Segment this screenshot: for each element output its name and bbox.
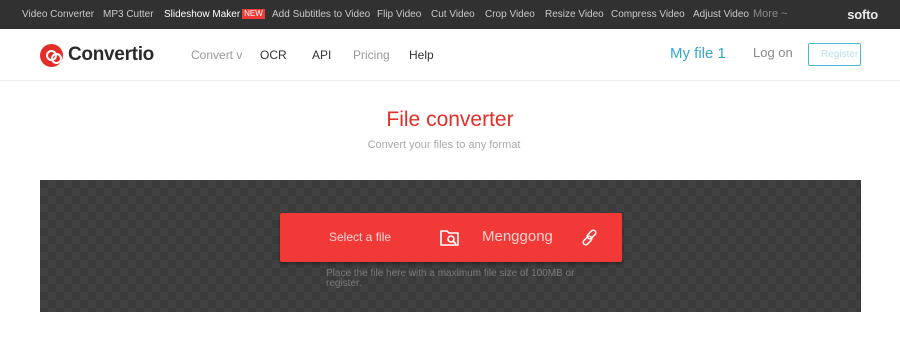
new-badge: NEW xyxy=(242,9,265,19)
page-title: File converter xyxy=(386,108,514,131)
topbar-link-flip-video[interactable]: Flip Video xyxy=(377,0,421,29)
nav-pricing[interactable]: Pricing xyxy=(353,29,390,81)
convertio-logo-icon xyxy=(40,43,63,67)
file-drop-area[interactable]: Select a file Menggong Place the file he… xyxy=(40,180,861,312)
nav-convert-dropdown[interactable]: Convert v xyxy=(191,29,242,81)
topbar-link-slideshow-maker[interactable]: Slideshow Maker NEW xyxy=(164,0,265,29)
topbar-link-cut-video[interactable]: Cut Video xyxy=(431,0,475,29)
main-header: Convertio Convert v OCR API Pricing Help… xyxy=(0,29,900,81)
page-subtitle: Convert your files to any format xyxy=(367,139,521,151)
log-on-link[interactable]: Log on xyxy=(753,29,793,81)
topbar-link-crop-video[interactable]: Crop Video xyxy=(485,0,535,29)
upload-hint: Place the file here with a maximum file … xyxy=(326,268,575,289)
topbar-link-add-subtitles[interactable]: Add Subtitles to Video xyxy=(272,0,370,29)
register-button[interactable]: Register xyxy=(808,43,861,66)
convertio-logo[interactable]: Convertio xyxy=(40,43,154,67)
secondary-source-button[interactable]: Menggong xyxy=(482,213,553,260)
nav-api[interactable]: API xyxy=(312,29,331,81)
softo-brand[interactable]: softo xyxy=(847,0,878,29)
topbar-link-resize-video[interactable]: Resize Video xyxy=(545,0,604,29)
topbar-link-video-converter[interactable]: Video Converter xyxy=(22,0,94,29)
file-select-bar: Select a file Menggong xyxy=(280,213,622,262)
topbar-link-label: Slideshow Maker xyxy=(164,9,241,20)
tools-topbar: Video Converter MP3 Cutter Slideshow Mak… xyxy=(0,0,900,29)
topbar-link-adjust-video[interactable]: Adjust Video xyxy=(693,0,749,29)
link-icon[interactable] xyxy=(580,228,599,247)
topbar-link-compress-video[interactable]: Compress Video xyxy=(611,0,685,29)
my-file-link[interactable]: My file 1 xyxy=(670,29,726,81)
topbar-more-menu[interactable]: More ~ xyxy=(753,0,788,29)
nav-help[interactable]: Help xyxy=(409,29,434,81)
logo-text: Convertio xyxy=(68,44,154,65)
nav-ocr[interactable]: OCR xyxy=(260,29,287,81)
topbar-link-mp3-cutter[interactable]: MP3 Cutter xyxy=(103,0,154,29)
folder-search-icon[interactable] xyxy=(440,229,459,246)
select-file-button[interactable]: Select a file xyxy=(329,213,391,262)
